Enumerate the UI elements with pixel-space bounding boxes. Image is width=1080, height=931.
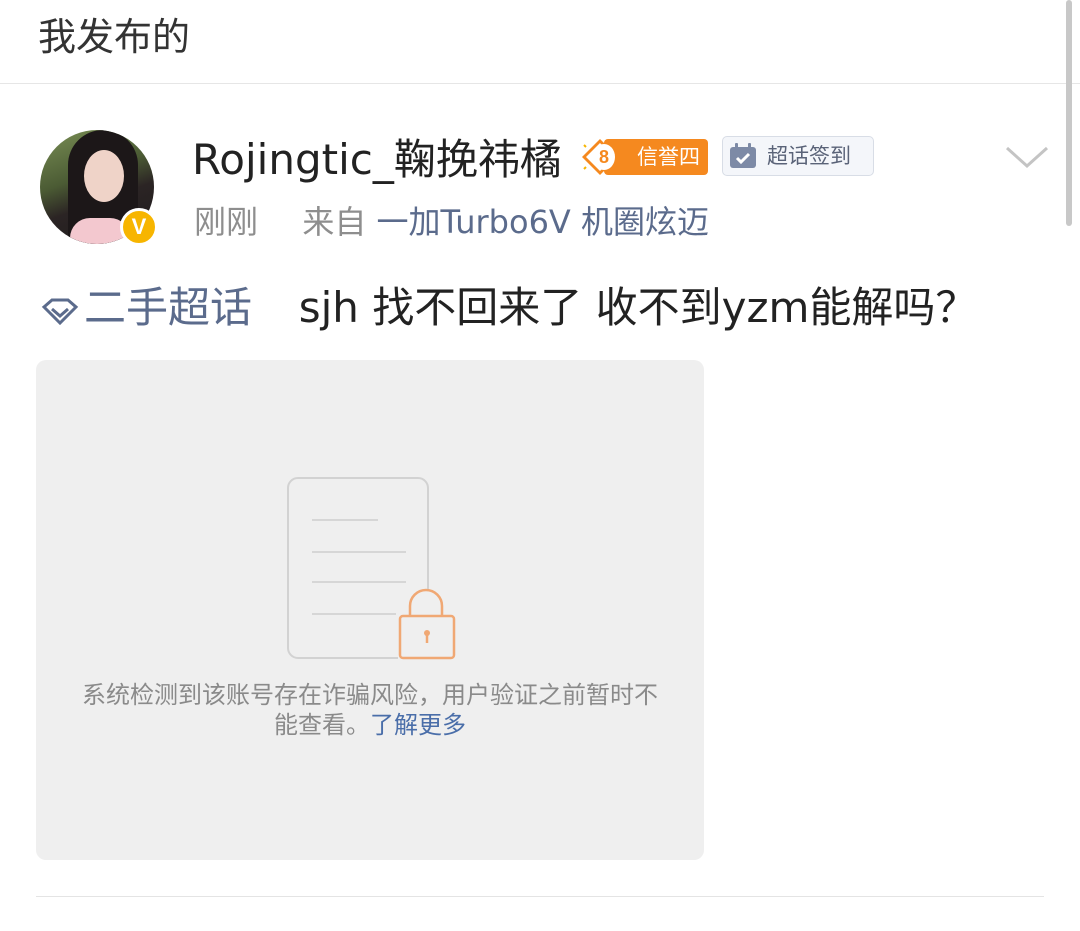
post-text-line: 二手超话 sjh 找不回来了 收不到yzm能解吗？ — [38, 280, 977, 336]
topic-name: 二手超话 — [84, 283, 253, 332]
credit-label: 信誉四 — [604, 139, 708, 175]
post-source[interactable]: 一加Turbo6V 机圈炫迈 — [377, 203, 709, 241]
source-prefix: 来自 — [302, 203, 367, 241]
blocked-notice: 系统检测到该账号存在诈骗风险，用户验证之前暂时不能查看。了解更多 — [76, 680, 664, 740]
learn-more-link[interactable]: 了解更多 — [370, 711, 466, 739]
calendar-check-icon — [730, 143, 756, 168]
post-text: sjh 找不回来了 收不到yzm能解吗？ — [298, 283, 978, 332]
credit-level: 8 — [593, 144, 615, 170]
username[interactable]: Rojingtic_鞠挽祎橘 — [192, 132, 562, 188]
verified-badge: V — [120, 208, 158, 246]
page-title: 我发布的 — [38, 15, 191, 59]
post-meta: 刚刚 来自 一加Turbo6V 机圈炫迈 — [194, 198, 709, 246]
credit-badge[interactable]: 信誉四 8 — [580, 139, 708, 175]
diamond-topic-icon — [41, 298, 79, 325]
page-header: 我发布的 — [0, 0, 1080, 84]
page: 我发布的 V Rojingtic_鞠挽祎橘 信誉四 8 超话签到 刚刚 来自 一… — [0, 0, 1080, 931]
checkin-label: 超话签到 — [767, 144, 851, 168]
scrollbar[interactable] — [1066, 0, 1072, 226]
chevron-down-icon[interactable] — [1004, 140, 1050, 174]
locked-document-icon — [287, 477, 456, 660]
checkin-badge[interactable]: 超话签到 — [722, 136, 874, 176]
divider — [36, 896, 1044, 897]
post-time: 刚刚 — [194, 203, 259, 241]
topic-link[interactable]: 二手超话 — [38, 283, 252, 332]
blocked-content-card: 系统检测到该账号存在诈骗风险，用户验证之前暂时不能查看。了解更多 — [36, 360, 704, 860]
